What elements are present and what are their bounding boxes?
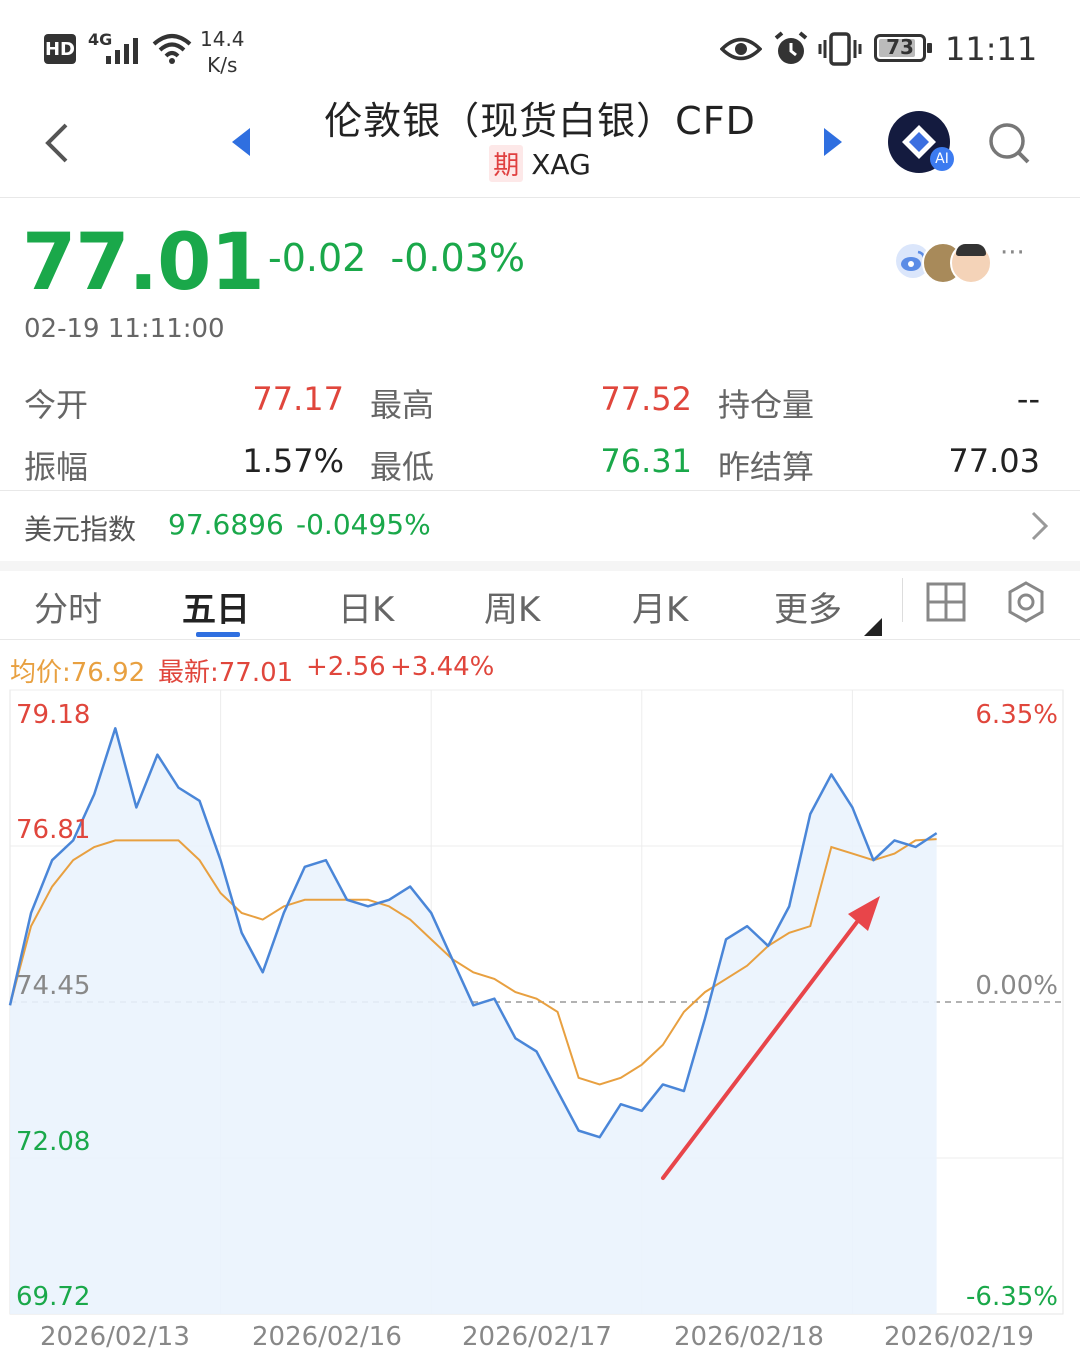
y-tick-right: 6.35% bbox=[975, 700, 1058, 730]
y-tick-right: 0.00% bbox=[975, 971, 1058, 1001]
y-tick-left: 72.08 bbox=[16, 1127, 91, 1157]
x-tick: 2026/02/19 bbox=[884, 1322, 1034, 1352]
y-tick-left: 69.72 bbox=[16, 1282, 91, 1312]
x-tick: 2026/02/17 bbox=[462, 1322, 612, 1352]
y-tick-left: 74.45 bbox=[16, 971, 91, 1001]
x-tick: 2026/02/13 bbox=[40, 1322, 190, 1352]
five-day-chart[interactable] bbox=[0, 0, 1080, 1355]
y-tick-left: 76.81 bbox=[16, 815, 91, 845]
x-tick: 2026/02/16 bbox=[252, 1322, 402, 1352]
y-tick-right: -6.35% bbox=[966, 1282, 1058, 1312]
y-tick-left: 79.18 bbox=[16, 700, 91, 730]
price-area-fill bbox=[10, 728, 937, 1314]
x-tick: 2026/02/18 bbox=[674, 1322, 824, 1352]
